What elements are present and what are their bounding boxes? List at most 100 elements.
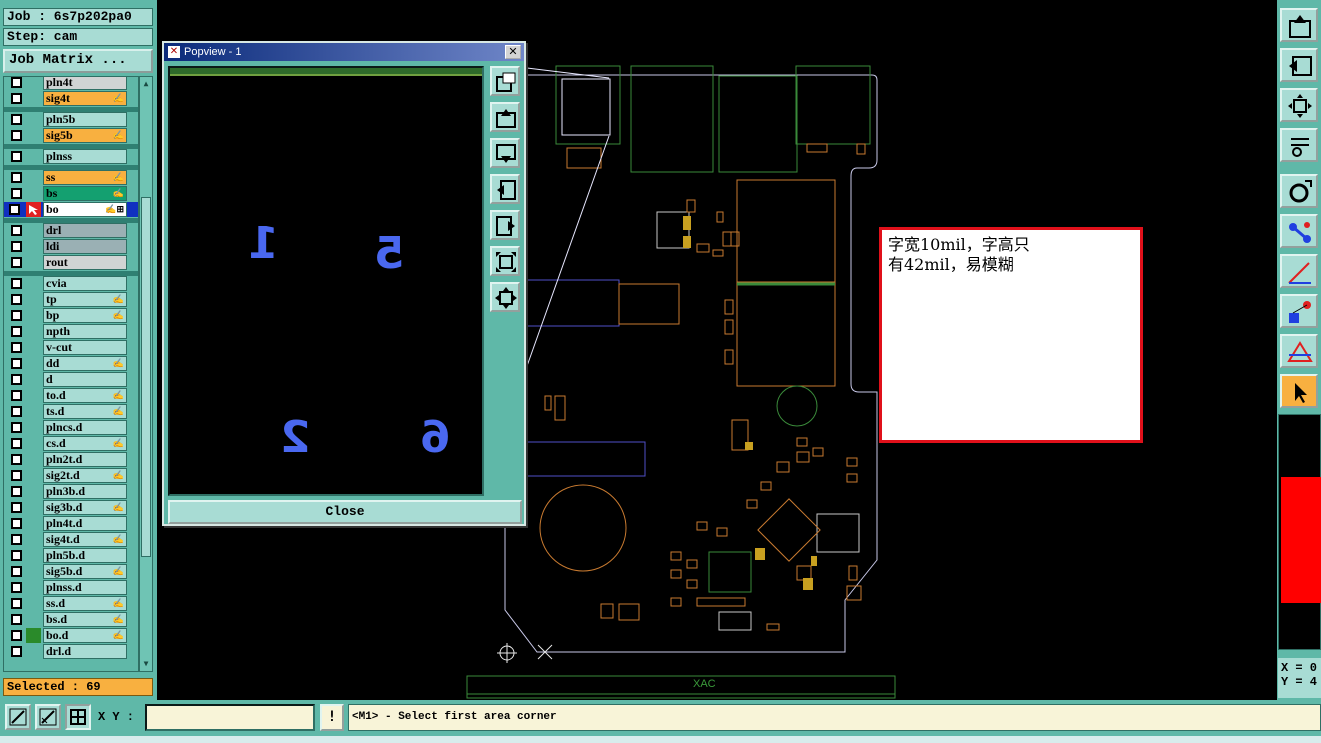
layer-checkbox[interactable] [11,646,22,657]
scroll-up-icon[interactable]: ▲ [141,79,151,89]
layer-row[interactable]: sig5b.d ✍ [4,564,138,579]
layer-row[interactable]: dd ✍ [4,356,138,371]
layer-name[interactable]: to.d ✍ [43,388,127,403]
layer-checkbox[interactable] [11,534,22,545]
info-button[interactable]: ! [320,704,344,731]
layer-name[interactable]: sig4t ✍ [43,91,127,106]
layer-row[interactable]: v-cut [4,340,138,355]
layer-checkbox[interactable] [11,438,22,449]
layer-row[interactable]: plnss [4,149,138,164]
layer-checkbox[interactable] [11,454,22,465]
xy-input[interactable] [145,704,315,731]
pan-left-icon[interactable] [490,174,520,204]
pan-right-icon[interactable] [490,210,520,240]
layer-checkbox[interactable] [11,294,22,305]
layer-row[interactable]: sig3b.d ✍ [4,500,138,515]
layer-checkbox[interactable] [11,422,22,433]
layer-checkbox[interactable] [11,502,22,513]
layer-row[interactable]: pln4t.d [4,516,138,531]
layer-row[interactable]: cs.d ✍ [4,436,138,451]
pad-icon[interactable] [1280,294,1318,328]
fit-icon[interactable] [490,246,520,276]
layer-row[interactable]: drl.d [4,644,138,659]
layer-checkbox[interactable] [11,241,22,252]
measure-icon[interactable] [1280,334,1318,368]
layer-row[interactable]: drl [4,223,138,238]
close-icon[interactable]: ✕ [505,45,521,59]
layer-row[interactable]: pln5b.d [4,548,138,563]
layer-row[interactable]: ts.d ✍ [4,404,138,419]
close-button[interactable]: Close [168,500,522,524]
layer-checkbox[interactable] [9,204,20,215]
layer-name[interactable]: drl.d [43,644,127,659]
layer-name[interactable]: ts.d ✍ [43,404,127,419]
scroll-down-icon[interactable]: ▼ [141,659,151,669]
layer-name[interactable]: plnss [43,149,127,164]
grid-icon[interactable] [65,704,91,730]
layer-row[interactable]: pln2t.d [4,452,138,467]
layer-row[interactable]: sig5b ✍ [4,128,138,143]
zoom-out-icon[interactable] [5,704,31,730]
pan-up-icon[interactable] [490,102,520,132]
layer-checkbox[interactable] [11,582,22,593]
layer-row[interactable]: ldi [4,239,138,254]
zoom-area-icon[interactable] [490,66,520,96]
layer-scrollbar[interactable]: ▲ ▼ [139,76,153,672]
layer-row[interactable]: sig4t.d ✍ [4,532,138,547]
layer-name[interactable]: plncs.d [43,420,127,435]
layer-checkbox[interactable] [11,77,22,88]
layer-name[interactable]: sig5b.d ✍ [43,564,127,579]
layer-row[interactable]: sig2t.d ✍ [4,468,138,483]
fit-icon[interactable] [1280,88,1318,122]
layer-row[interactable]: tp ✍ [4,292,138,307]
layer-checkbox[interactable] [11,188,22,199]
layer-row[interactable]: pln4t [4,77,138,90]
layer-name[interactable]: sig3b.d ✍ [43,500,127,515]
layer-checkbox[interactable] [11,598,22,609]
layer-row[interactable]: pln3b.d [4,484,138,499]
layer-checkbox[interactable] [11,374,22,385]
layer-checkbox[interactable] [11,326,22,337]
layer-checkbox[interactable] [11,151,22,162]
layer-name[interactable]: pln4t [43,77,127,90]
layer-name[interactable]: pln3b.d [43,484,127,499]
pan-up-icon[interactable] [1280,8,1318,42]
layer-checkbox[interactable] [11,130,22,141]
layer-row[interactable]: to.d ✍ [4,388,138,403]
layer-name[interactable]: ss ✍ [43,170,127,185]
popview-titlebar[interactable]: ✕ Popview - 1 ✕ [164,43,524,61]
layer-checkbox[interactable] [11,172,22,183]
layer-name[interactable]: pln4t.d [43,516,127,531]
settings-icon[interactable] [1280,128,1318,162]
layer-name[interactable]: d [43,372,127,387]
layer-row[interactable]: d [4,372,138,387]
layer-checkbox[interactable] [11,406,22,417]
layer-name[interactable]: ss.d ✍ [43,596,127,611]
layer-name[interactable]: ldi [43,239,127,254]
select-icon[interactable] [1280,374,1318,408]
work-layer-icon[interactable] [26,202,41,217]
layer-name[interactable]: dd ✍ [43,356,127,371]
layer-checkbox[interactable] [11,566,22,577]
layer-checkbox[interactable] [11,342,22,353]
mini-map[interactable] [1278,414,1321,650]
layer-checkbox[interactable] [11,550,22,561]
layer-checkbox[interactable] [11,614,22,625]
layer-checkbox[interactable] [11,358,22,369]
layer-name[interactable]: v-cut [43,340,127,355]
layer-name[interactable]: bo.d ✍ [43,628,127,643]
layer-name[interactable]: bs ✍ [43,186,127,201]
layer-name[interactable]: pln5b.d [43,548,127,563]
layer-row[interactable]: sig4t ✍ [4,91,138,106]
layer-name[interactable]: rout [43,255,127,270]
layer-checkbox[interactable] [11,518,22,529]
layer-checkbox[interactable] [11,93,22,104]
layer-checkbox[interactable] [11,390,22,401]
job-matrix-button[interactable]: Job Matrix ... [3,49,153,73]
line-icon[interactable] [1280,254,1318,288]
layer-row[interactable]: ss ✍ [4,170,138,185]
layer-row[interactable]: pln5b [4,112,138,127]
layer-row[interactable]: rout [4,255,138,270]
layer-row[interactable]: plnss.d [4,580,138,595]
pan-left-icon[interactable] [1280,48,1318,82]
